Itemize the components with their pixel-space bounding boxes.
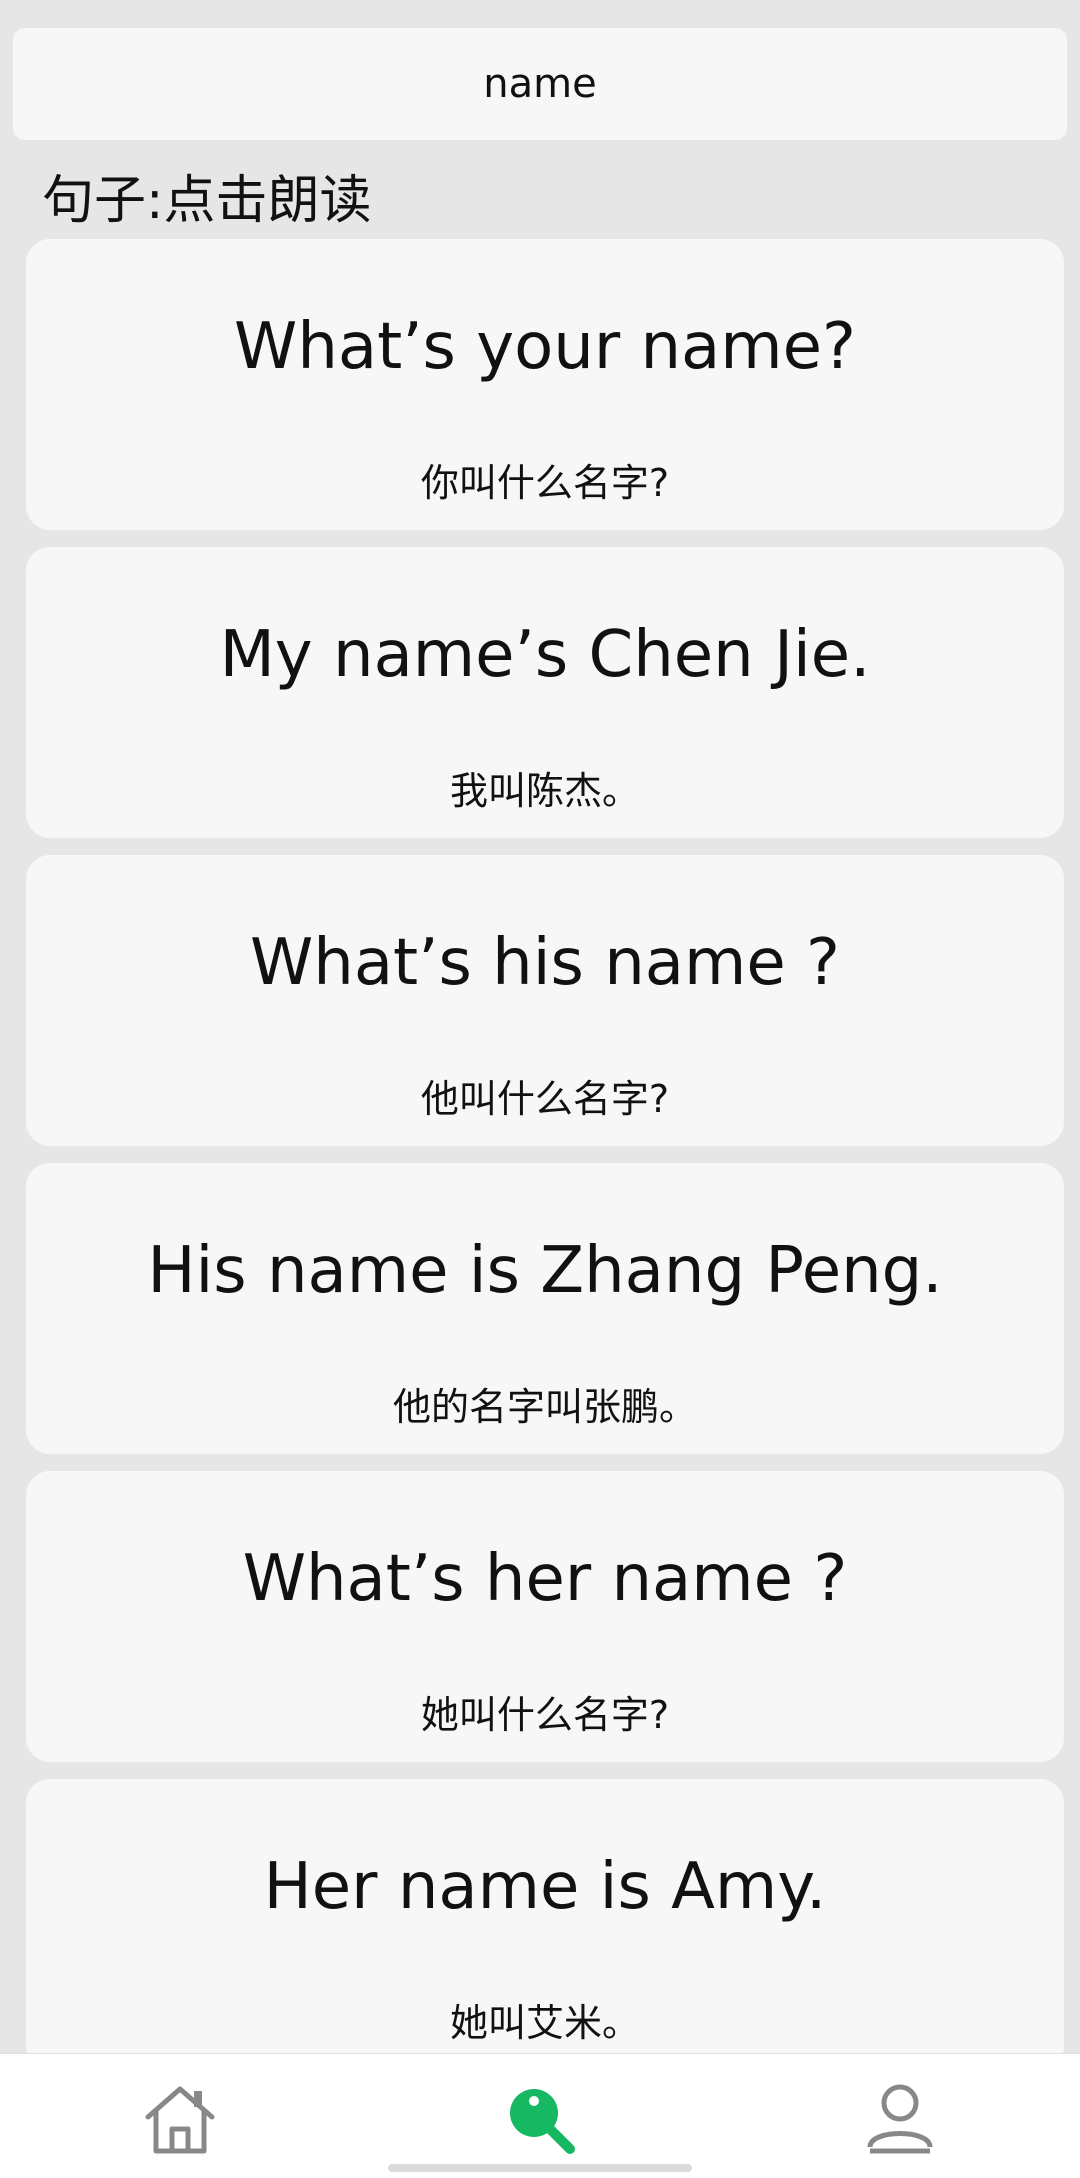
home-indicator — [388, 2164, 692, 2172]
page-title: name — [483, 61, 597, 107]
top-bar: name — [13, 28, 1067, 140]
sentence-english: What’s your name? — [234, 310, 856, 384]
sentence-chinese: 你叫什么名字? — [420, 461, 670, 505]
sentence-list[interactable]: What’s your name? 你叫什么名字? My name’s Chen… — [26, 239, 1064, 2053]
sentence-card[interactable]: My name’s Chen Jie. 我叫陈杰。 — [26, 547, 1064, 838]
search-icon — [510, 2089, 575, 2154]
sentence-english: Her name is Amy. — [263, 1850, 827, 1924]
nav-search[interactable] — [495, 2074, 585, 2164]
sentence-chinese: 他叫什么名字? — [420, 1077, 670, 1121]
bottom-nav — [0, 2053, 1080, 2178]
sentence-english: My name’s Chen Jie. — [219, 618, 871, 692]
nav-home[interactable] — [135, 2074, 225, 2164]
nav-profile[interactable] — [855, 2074, 945, 2164]
sentence-chinese: 我叫陈杰。 — [449, 769, 640, 813]
sentence-english: What’s her name ? — [242, 1542, 848, 1616]
sentence-card[interactable]: Her name is Amy. 她叫艾米。 — [26, 1779, 1064, 2053]
sentence-card[interactable]: His name is Zhang Peng. 他的名字叫张鹏。 — [26, 1163, 1064, 1454]
sentence-chinese: 她叫什么名字? — [420, 1693, 670, 1737]
section-label: 句子:点击朗读 — [42, 171, 372, 231]
sentence-chinese: 他的名字叫张鹏。 — [392, 1385, 697, 1429]
sentence-card[interactable]: What’s your name? 你叫什么名字? — [26, 239, 1064, 530]
sentence-english: His name is Zhang Peng. — [147, 1234, 943, 1308]
sentence-card[interactable]: What’s her name ? 她叫什么名字? — [26, 1471, 1064, 1762]
sentence-chinese: 她叫艾米。 — [449, 2001, 640, 2045]
profile-icon — [867, 2084, 933, 2154]
sentence-card[interactable]: What’s his name ? 他叫什么名字? — [26, 855, 1064, 1146]
home-icon — [145, 2086, 215, 2154]
sentence-english: What’s his name ? — [249, 926, 841, 1000]
